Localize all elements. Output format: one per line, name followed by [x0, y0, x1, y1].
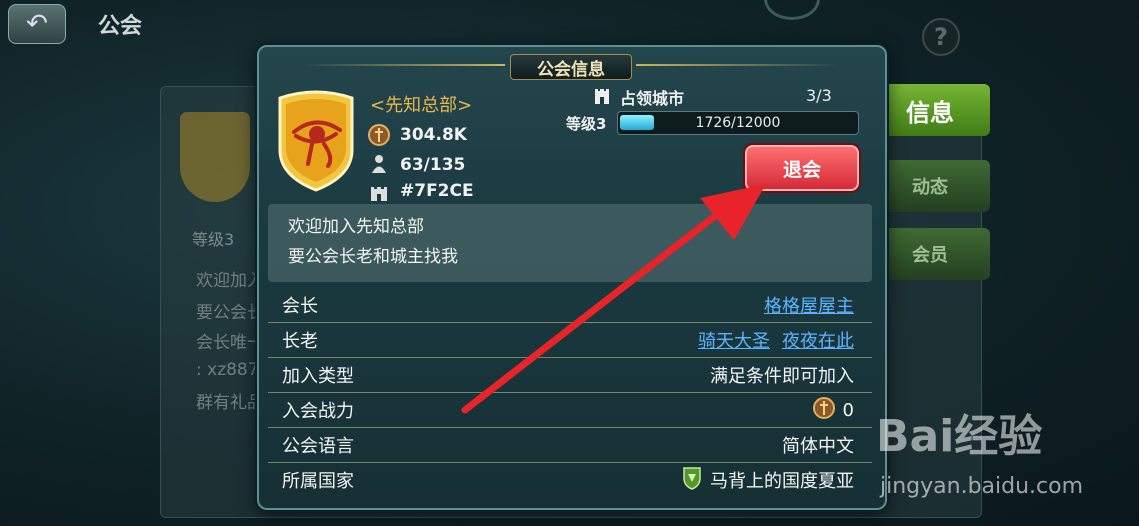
watermark-url: jingyan.baidu.com [880, 474, 1084, 499]
watermark-brand: Bai经验 [876, 411, 1043, 462]
